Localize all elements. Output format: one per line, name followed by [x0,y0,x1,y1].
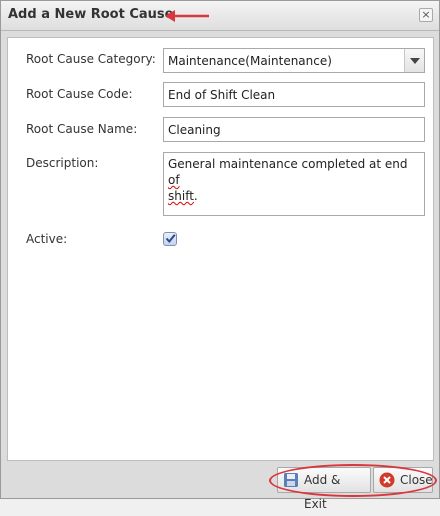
add-exit-label: Add & Exit [304,473,341,511]
code-label: Root Cause Code: [26,87,133,101]
active-label: Active: [26,232,68,246]
code-input[interactable]: End of Shift Clean [163,82,425,107]
description-text: General maintenance completed at end [168,157,408,171]
annotation-arrow-icon [165,10,209,22]
save-disk-icon [284,473,298,487]
description-textarea[interactable]: General maintenance completed at end of s… [163,152,425,216]
add-exit-button[interactable]: Add & Exit [277,467,371,511]
category-label: Root Cause Category: [26,52,156,66]
description-end: . [193,189,198,203]
form-panel: Root Cause Category: Maintenance(Mainten… [7,37,434,461]
checkmark-icon [165,234,176,244]
chevron-down-icon[interactable] [404,49,424,72]
name-input[interactable]: Cleaning [163,117,425,142]
description-label: Description: [26,156,99,170]
dialog-titlebar[interactable]: Add a New Root Cause × [1,1,439,31]
dialog-close-icon[interactable]: × [419,8,433,22]
description-spellcheck-word: of [168,173,180,187]
name-label: Root Cause Name: [26,122,138,136]
dialog-title: Add a New Root Cause [8,7,174,22]
category-select[interactable]: Maintenance(Maintenance) [163,48,425,73]
description-spellcheck-word-2: shift [168,189,194,203]
close-button[interactable]: Close [373,467,433,493]
red-x-circle-icon [379,472,395,488]
close-label: Close [400,473,433,487]
add-root-cause-dialog: Add a New Root Cause × Root Cause Catego… [0,0,440,511]
active-checkbox[interactable] [163,232,177,246]
category-value: Maintenance(Maintenance) [168,54,332,68]
dialog-footer: Add & Exit Close [1,463,439,511]
